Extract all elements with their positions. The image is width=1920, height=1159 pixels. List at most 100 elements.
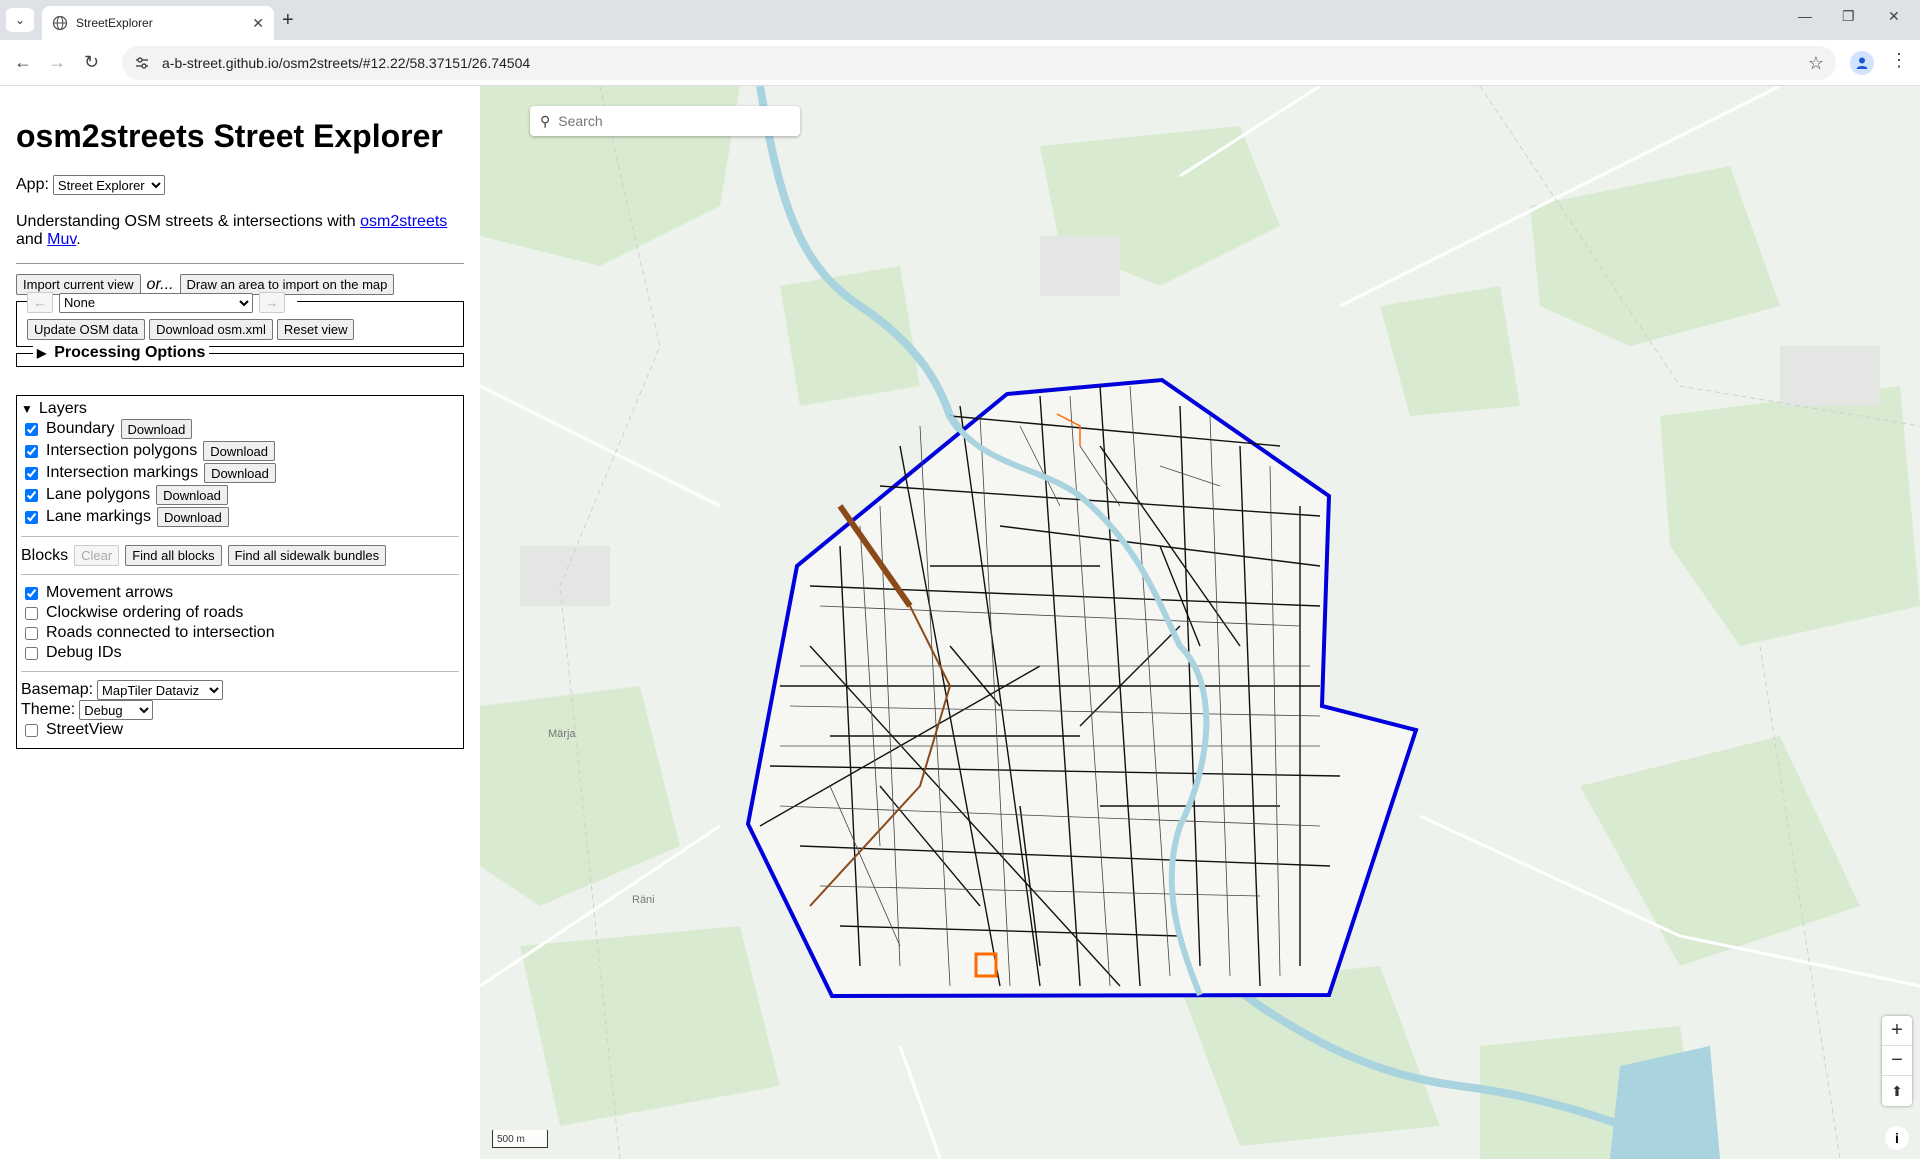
layers-toggle[interactable]: ▼ Layers: [21, 400, 459, 418]
osm2streets-link[interactable]: osm2streets: [360, 213, 447, 230]
option-roads-connected[interactable]: Roads connected to intersection: [21, 623, 459, 643]
intersection-polygons-checkbox[interactable]: [25, 444, 38, 458]
prev-test-button[interactable]: ←: [27, 292, 53, 313]
layer-label: Lane polygons: [46, 486, 151, 503]
intersection-markings-checkbox[interactable]: [25, 466, 38, 480]
browser-tabbar: ⌄ StreetExplorer ✕ + — ❐ ✕: [0, 0, 1920, 40]
layer-label: Intersection markings: [46, 464, 199, 481]
place-label-marja: Märja: [548, 728, 576, 740]
globe-icon: [52, 15, 68, 31]
attribution-info-icon[interactable]: i: [1885, 1126, 1909, 1150]
basemap-label: Basemap:: [21, 681, 94, 698]
reset-bearing-button[interactable]: ⬆: [1882, 1076, 1912, 1106]
compass-icon: ⬆: [1891, 1082, 1903, 1099]
address-bar[interactable]: a-b-street.github.io/osm2streets/#12.22/…: [122, 46, 1836, 80]
download-lane-polygons-button[interactable]: Download: [156, 485, 228, 505]
update-osm-button[interactable]: Update OSM data: [27, 319, 146, 340]
clockwise-ordering-checkbox[interactable]: [25, 606, 38, 620]
description-prefix: Understanding OSM streets & intersection…: [16, 213, 356, 230]
find-all-blocks-button[interactable]: Find all blocks: [125, 545, 222, 566]
download-boundary-button[interactable]: Download: [120, 419, 193, 439]
map-canvas[interactable]: Märja Räni ⚲ + − ⬆ 500 m i: [480, 86, 1920, 1159]
download-intersection-markings-button[interactable]: Download: [204, 463, 276, 483]
roads-connected-checkbox[interactable]: [25, 626, 38, 640]
theme-label: Theme:: [21, 701, 76, 718]
osm-actions-row: Update OSM data Download osm.xml Reset v…: [27, 319, 453, 340]
option-label: Debug IDs: [46, 644, 122, 661]
person-icon: [1856, 57, 1868, 69]
divider: [21, 574, 459, 575]
next-test-button[interactable]: →: [259, 292, 285, 313]
place-label-rani: Räni: [632, 894, 655, 906]
layer-row-lane-polygons[interactable]: Lane polygons Download: [21, 484, 459, 506]
bookmark-star-icon[interactable]: ☆: [1808, 53, 1824, 74]
draw-area-button[interactable]: Draw an area to import on the map: [179, 274, 395, 295]
divider: [21, 536, 459, 537]
boundary-checkbox[interactable]: [25, 422, 38, 436]
zoom-in-button[interactable]: +: [1882, 1016, 1912, 1046]
forward-icon[interactable]: →: [48, 52, 66, 73]
search-icon: ⚲: [540, 112, 551, 129]
test-nav-row: ← None →: [27, 292, 297, 313]
option-movement-arrows[interactable]: Movement arrows: [21, 583, 459, 603]
description-and: and: [16, 231, 43, 248]
theme-select[interactable]: Debug: [79, 700, 154, 720]
browser-menu-icon[interactable]: ⋮: [1890, 50, 1908, 71]
find-sidewalk-bundles-button[interactable]: Find all sidewalk bundles: [227, 545, 387, 566]
site-settings-icon[interactable]: [134, 55, 150, 71]
basemap-select[interactable]: MapTiler Dataviz: [97, 680, 224, 700]
minimize-icon[interactable]: —: [1798, 8, 1812, 24]
close-window-icon[interactable]: ✕: [1888, 8, 1900, 25]
option-label: Movement arrows: [46, 584, 174, 601]
processing-options-toggle[interactable]: ▶ Processing Options: [33, 344, 210, 362]
restore-icon[interactable]: ❐: [1842, 8, 1855, 25]
page-title: osm2streets Street Explorer: [16, 118, 443, 154]
tab-search-button[interactable]: ⌄: [6, 8, 34, 32]
option-debug-ids[interactable]: Debug IDs: [21, 643, 459, 663]
browser-tab[interactable]: StreetExplorer ✕: [42, 6, 274, 40]
close-icon[interactable]: ✕: [252, 15, 264, 32]
muv-link[interactable]: Muv: [47, 231, 76, 248]
option-label: Clockwise ordering of roads: [46, 604, 244, 621]
blocks-label: Blocks: [21, 546, 69, 564]
description: Understanding OSM streets & intersection…: [16, 213, 464, 249]
layer-label: Boundary: [46, 420, 115, 437]
new-tab-button[interactable]: +: [282, 10, 294, 30]
test-select[interactable]: None: [59, 292, 253, 313]
option-label: Roads connected to intersection: [46, 624, 275, 641]
layer-row-lane-markings[interactable]: Lane markings Download: [21, 506, 459, 528]
clear-blocks-button[interactable]: Clear: [74, 545, 120, 566]
layer-row-intersection-polygons[interactable]: Intersection polygons Download: [21, 440, 459, 462]
app-select[interactable]: Street Explorer: [52, 175, 165, 195]
minus-icon: −: [1891, 1049, 1903, 1071]
blocks-row: Blocks Clear Find all blocks Find all si…: [21, 545, 459, 566]
zoom-controls: + − ⬆: [1882, 1016, 1912, 1106]
app-label: App:: [16, 176, 49, 193]
reload-icon[interactable]: ↻: [84, 52, 99, 73]
option-clockwise-ordering[interactable]: Clockwise ordering of roads: [21, 603, 459, 623]
lane-markings-checkbox[interactable]: [25, 510, 38, 524]
back-icon[interactable]: ←: [14, 52, 32, 73]
layer-row-intersection-markings[interactable]: Intersection markings Download: [21, 462, 459, 484]
map-search-input[interactable]: [556, 112, 777, 130]
streetview-checkbox[interactable]: [25, 723, 38, 737]
url-text: a-b-street.github.io/osm2streets/#12.22/…: [162, 55, 531, 71]
option-streetview[interactable]: StreetView: [21, 720, 459, 740]
profile-avatar[interactable]: [1850, 51, 1874, 75]
zoom-out-button[interactable]: −: [1882, 1046, 1912, 1076]
processing-options-label: Processing Options: [54, 344, 206, 361]
download-intersection-polygons-button[interactable]: Download: [203, 441, 276, 461]
map-graphic: [480, 86, 1920, 1159]
movement-arrows-checkbox[interactable]: [25, 586, 38, 600]
map-search-box[interactable]: ⚲: [530, 106, 800, 136]
lane-polygons-checkbox[interactable]: [25, 488, 38, 502]
layer-row-boundary[interactable]: Boundary Download: [21, 418, 459, 440]
debug-ids-checkbox[interactable]: [25, 646, 38, 660]
reset-view-button[interactable]: Reset view: [276, 319, 355, 340]
streetview-label: StreetView: [46, 721, 124, 738]
layer-label: Lane markings: [46, 508, 151, 525]
divider: [21, 671, 459, 672]
download-osm-button[interactable]: Download osm.xml: [149, 319, 273, 340]
download-lane-markings-button[interactable]: Download: [156, 507, 229, 527]
theme-row: Theme: Debug: [21, 700, 459, 720]
